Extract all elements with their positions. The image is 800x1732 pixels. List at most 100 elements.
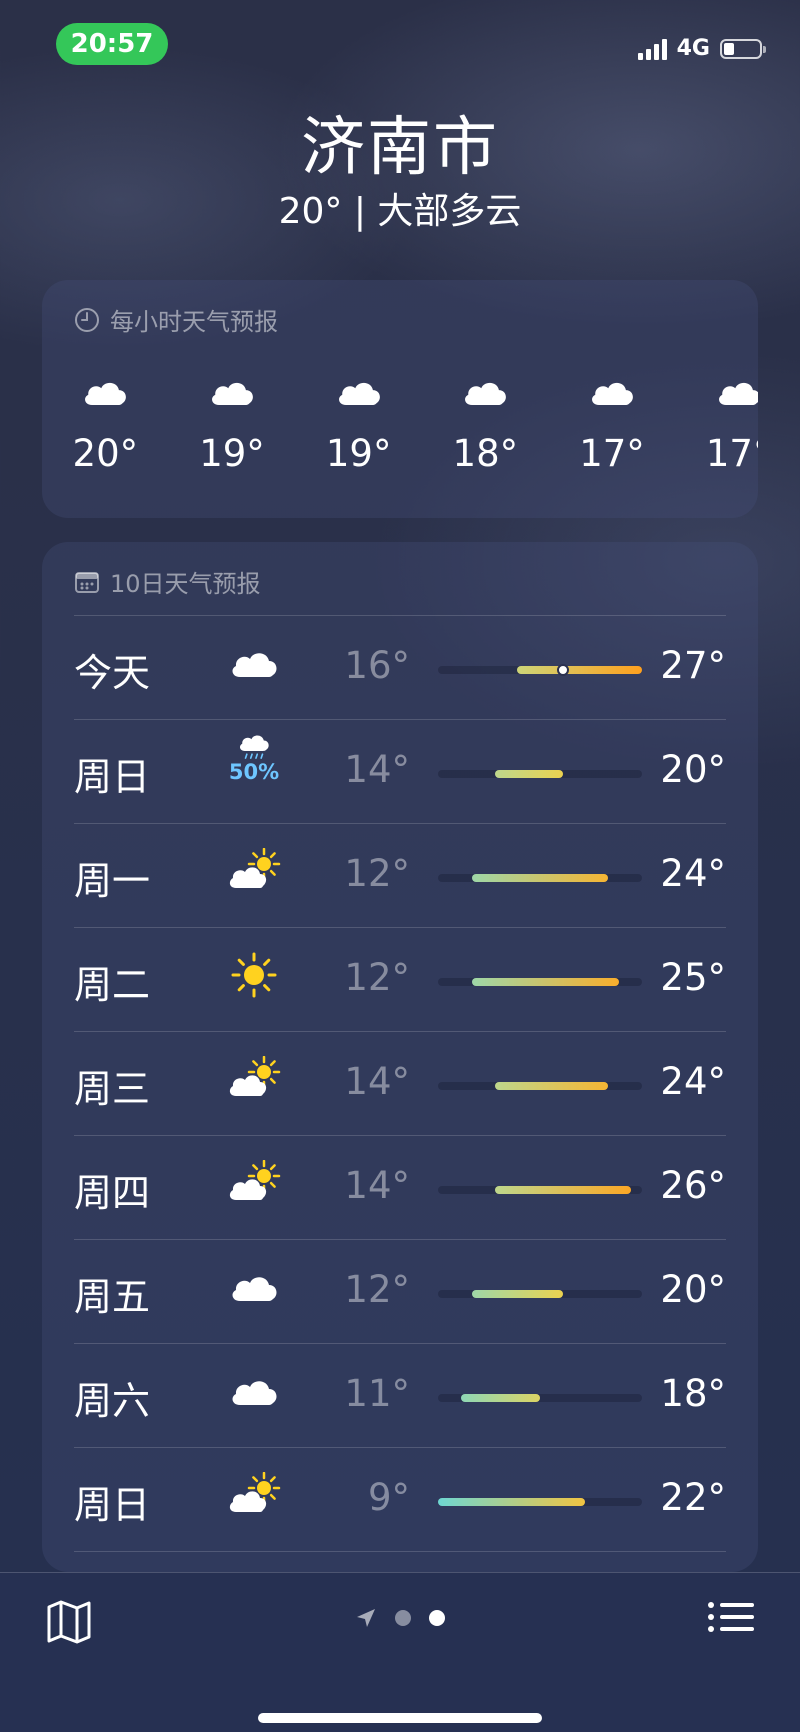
page-dot[interactable] [395,1610,411,1626]
calendar-icon [75,571,99,593]
clock-icon [75,307,99,332]
high-temp: 20° [660,748,726,791]
high-temp: 25° [660,956,726,999]
day-name: 周三 [74,1067,151,1111]
low-temp: 12° [344,852,410,895]
cloud-icon [713,372,758,416]
low-temp: 14° [344,748,410,791]
temp-range-fill [494,1186,631,1194]
hourly-temp: 17° [579,432,645,475]
partly-sunny-icon [222,1160,286,1210]
home-indicator[interactable] [258,1713,542,1723]
temp-range-fill [438,1498,586,1506]
status-time: 20:57 [56,23,168,65]
day-row[interactable]: 周三 14° 24° [74,1031,726,1135]
temp-range-fill [494,770,563,778]
high-temp: 24° [660,1060,726,1103]
cloud-icon [79,372,131,416]
hourly-item: 17° [549,372,676,475]
bottom-toolbar [0,1572,800,1732]
hourly-temp: 17° [705,432,758,475]
low-temp: 12° [344,956,410,999]
signal-icon [637,38,667,60]
day-name: 周日 [74,1483,151,1527]
day-row[interactable]: 周五 12° 20° [74,1239,726,1343]
day-row[interactable]: 今天 16° 27° [74,615,726,719]
temp-range-bar [438,1498,642,1506]
low-temp: 12° [344,1268,410,1311]
hourly-temp: 20° [72,432,139,475]
temp-range-fill [460,1394,540,1402]
day-name: 周六 [74,1379,151,1423]
temp-range-bar [438,1082,642,1090]
cloud-icon [333,372,385,416]
precipitation-chance: 50% [228,760,280,784]
daily-title: 10日天气预报 [110,570,261,598]
hourly-item: 19° [295,372,422,475]
page-dot-active[interactable] [429,1610,445,1626]
hourly-item: 17° [675,372,758,475]
cloud-icon [222,1368,286,1418]
temp-range-bar [438,1290,642,1298]
hourly-temp: 19° [325,432,392,475]
hourly-list[interactable]: 20° 19° 19° 18° 17° 17° [42,372,758,475]
hourly-item: 18° [422,372,549,475]
hourly-item: 20° [42,372,169,475]
day-row[interactable]: 周日 9° 22° [74,1447,726,1551]
high-temp: 24° [660,852,726,895]
day-name: 周二 [74,963,151,1007]
low-temp: 14° [344,1164,410,1207]
day-row[interactable]: 周六 11° 18° [74,1343,726,1447]
hourly-temp: 19° [199,432,265,475]
cloud-icon [206,372,258,416]
temp-range-fill [517,666,642,674]
daily-list: 今天 16° 27° 周日 50% 14° 20° 周一 12° 24° 周二 12° 25° 周三… [74,615,726,1552]
city-name: 济南市 [301,111,499,185]
day-row[interactable]: 周四 14° 26° [74,1135,726,1239]
partly-sunny-icon [222,1472,286,1522]
day-row[interactable]: 周日 50% 14° 20° [74,719,726,823]
partly-sunny-icon [222,848,286,898]
rain-cloud-icon: 50% [222,734,286,784]
high-temp: 20° [660,1268,726,1311]
daily-header: 10日天气预报 [74,564,261,599]
hourly-title: 每小时天气预报 [110,308,278,336]
day-name: 周四 [74,1171,151,1215]
low-temp: 9° [367,1476,410,1519]
high-temp: 27° [660,644,726,687]
list-divider [74,1551,726,1552]
temp-range-fill [494,1082,608,1090]
partly-sunny-icon [222,1056,286,1106]
hourly-temp: 18° [452,432,519,475]
day-name: 周日 [74,755,151,799]
current-summary: 20° | 大部多云 [278,191,522,232]
low-temp: 14° [344,1060,410,1103]
temp-range-bar [438,770,642,778]
day-name: 周五 [74,1275,151,1319]
network-type: 4G [676,36,710,61]
temp-range-bar [438,978,642,986]
temp-range-bar [438,1394,642,1402]
cloud-icon [222,640,286,690]
day-name: 今天 [74,651,151,695]
temp-range-bar [438,1186,642,1194]
hourly-header: 每小时天气预报 [74,302,278,337]
day-row[interactable]: 周一 12° 24° [74,823,726,927]
high-temp: 18° [660,1372,726,1415]
sun-icon [222,952,286,1002]
day-name: 周一 [74,859,151,903]
cloud-icon [222,1264,286,1314]
low-temp: 16° [344,644,410,687]
location-arrow-icon[interactable] [355,1607,377,1629]
hourly-item: 19° [169,372,296,475]
list-icon[interactable] [706,1599,756,1643]
temp-range-bar [438,664,642,676]
high-temp: 26° [660,1164,726,1207]
page-indicator[interactable] [0,1607,800,1629]
temp-range-fill [472,978,620,986]
daily-forecast-card[interactable]: 10日天气预报 今天 16° 27° 周日 50% 14° 20° 周一 12° 24° 周二… [42,542,758,1572]
low-temp: 11° [344,1372,410,1415]
day-row[interactable]: 周二 12° 25° [74,927,726,1031]
hourly-forecast-card[interactable]: 每小时天气预报 20° 19° 19° 18° 17° 17° [42,280,758,518]
status-indicators: 4G [637,36,766,61]
